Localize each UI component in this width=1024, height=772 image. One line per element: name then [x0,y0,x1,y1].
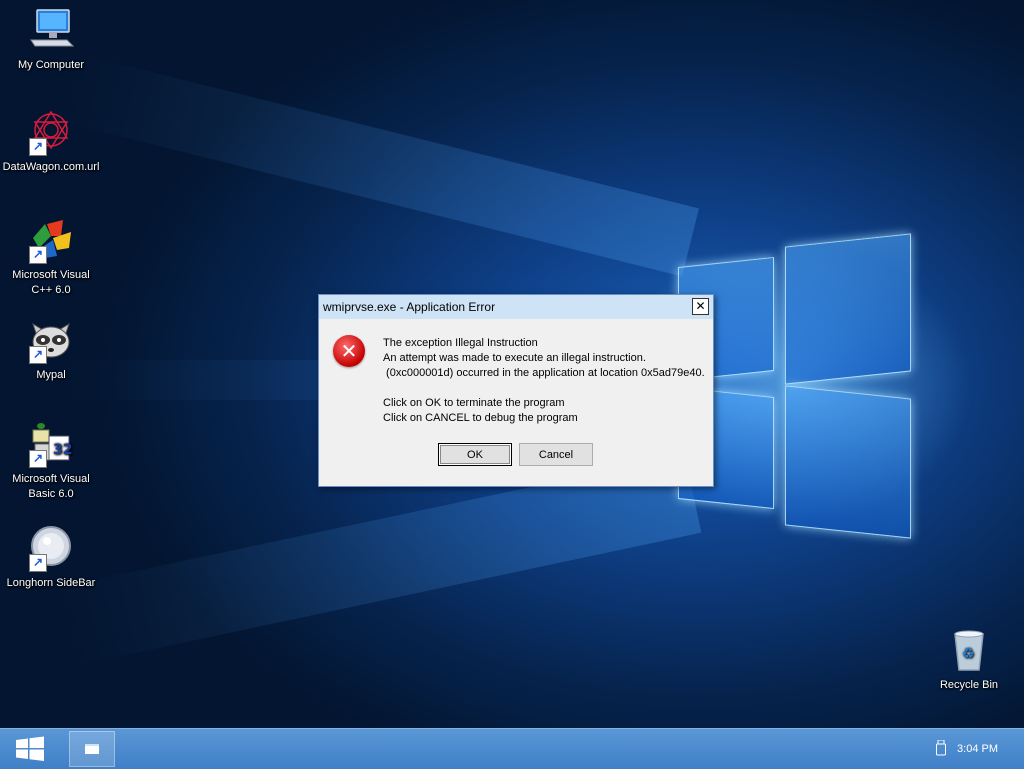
desktop-icon-label: Longhorn SideBar [6,577,96,589]
clock[interactable]: 3:04 PM [957,729,998,769]
taskbar-app-button[interactable] [69,731,115,767]
desktop: My Computer ↗ DataWagon.com.url ↗ Micros… [0,0,1024,728]
window-icon [85,744,99,754]
shortcut-arrow-icon: ↗ [29,554,47,572]
shortcut-arrow-icon: ↗ [29,346,47,364]
desktop-icon-label: Mypal [36,369,66,381]
shortcut-arrow-icon: ↗ [29,138,47,156]
datawagon-icon: ↗ [27,108,75,156]
close-icon: ✕ [695,299,706,313]
desktop-icon-label: Recycle Bin [939,679,999,691]
message-line: Click on OK to terminate the program [383,397,565,409]
desktop-icon-datawagon[interactable]: ↗ DataWagon.com.url [1,108,101,175]
desktop-icon-visual-cpp[interactable]: ↗ Microsoft Visual C++ 6.0 [1,216,101,298]
desktop-icon-label: Microsoft Visual C++ 6.0 [12,269,90,296]
desktop-icon-longhorn-sidebar[interactable]: ↗ Longhorn SideBar [1,524,101,591]
desktop-icon-my-computer[interactable]: My Computer [1,6,101,73]
usb-drive-icon[interactable] [936,740,946,756]
taskbar: 3:04 PM [0,728,1024,769]
ok-button[interactable]: OK [438,443,512,466]
sidebar-icon: ↗ [27,524,75,572]
visual-basic-icon: 32 ↗ [27,420,75,468]
dialog-title: wmiprvse.exe - Application Error [323,300,496,314]
start-button[interactable] [0,729,60,769]
close-button[interactable]: ✕ [692,298,709,315]
shortcut-arrow-icon: ↗ [29,450,47,468]
message-line: Click on CANCEL to debug the program [383,412,578,424]
dialog-message: The exception Illegal Instruction An att… [383,336,705,426]
recycle-bin-icon: ♻ [945,626,993,674]
application-error-dialog: wmiprvse.exe - Application Error ✕ ✕ The… [318,294,714,487]
message-line [383,381,703,396]
error-icon: ✕ [333,335,365,367]
wallpaper-beam [61,53,699,277]
shortcut-arrow-icon: ↗ [29,246,47,264]
wallpaper-logo-pane [785,233,911,385]
dialog-titlebar[interactable]: wmiprvse.exe - Application Error ✕ [319,295,713,319]
desktop-icon-label: DataWagon.com.url [2,161,100,173]
desktop-icon-mypal[interactable]: ↗ Mypal [1,316,101,383]
svg-text:32: 32 [53,442,72,458]
message-line: The exception Illegal Instruction [383,337,538,349]
desktop-icon-label: Microsoft Visual Basic 6.0 [12,473,90,500]
windows-logo-icon [16,736,44,761]
mypal-raccoon-icon: ↗ [27,316,75,364]
svg-text:♻: ♻ [962,646,975,662]
message-line: (0xc000001d) occurred in the application… [383,367,705,379]
visual-cpp-icon: ↗ [27,216,75,264]
wallpaper-logo-pane [785,385,911,539]
desktop-icon-visual-basic[interactable]: 32 ↗ Microsoft Visual Basic 6.0 [1,420,101,502]
message-line: An attempt was made to execute an illega… [383,352,646,364]
computer-icon [27,6,75,54]
desktop-icon-recycle-bin[interactable]: ♻ Recycle Bin [919,626,1019,693]
desktop-icon-label: My Computer [17,59,85,71]
cancel-button[interactable]: Cancel [519,443,593,466]
